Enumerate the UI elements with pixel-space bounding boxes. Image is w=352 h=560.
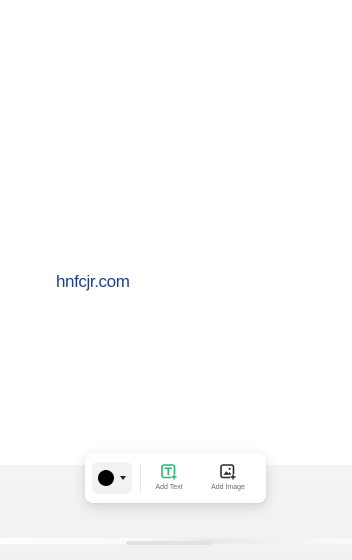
add-text-icon bbox=[161, 464, 177, 480]
canvas-text-element[interactable]: hnfcjr.com bbox=[56, 272, 130, 292]
chevron-down-icon bbox=[120, 476, 126, 480]
add-image-icon bbox=[220, 464, 236, 480]
editor-canvas[interactable]: hnfcjr.com bbox=[0, 0, 352, 465]
scroll-indicator bbox=[126, 541, 212, 545]
add-text-label: Add Text bbox=[155, 484, 183, 491]
add-image-label: Add Image bbox=[211, 484, 245, 491]
toolbar-divider bbox=[140, 464, 141, 492]
color-swatch bbox=[98, 470, 114, 486]
color-picker-button[interactable] bbox=[92, 462, 132, 494]
floating-toolbar: Add Text Add Image bbox=[85, 453, 266, 503]
add-image-button[interactable]: Add Image bbox=[207, 458, 249, 498]
add-text-button[interactable]: Add Text bbox=[151, 458, 187, 498]
